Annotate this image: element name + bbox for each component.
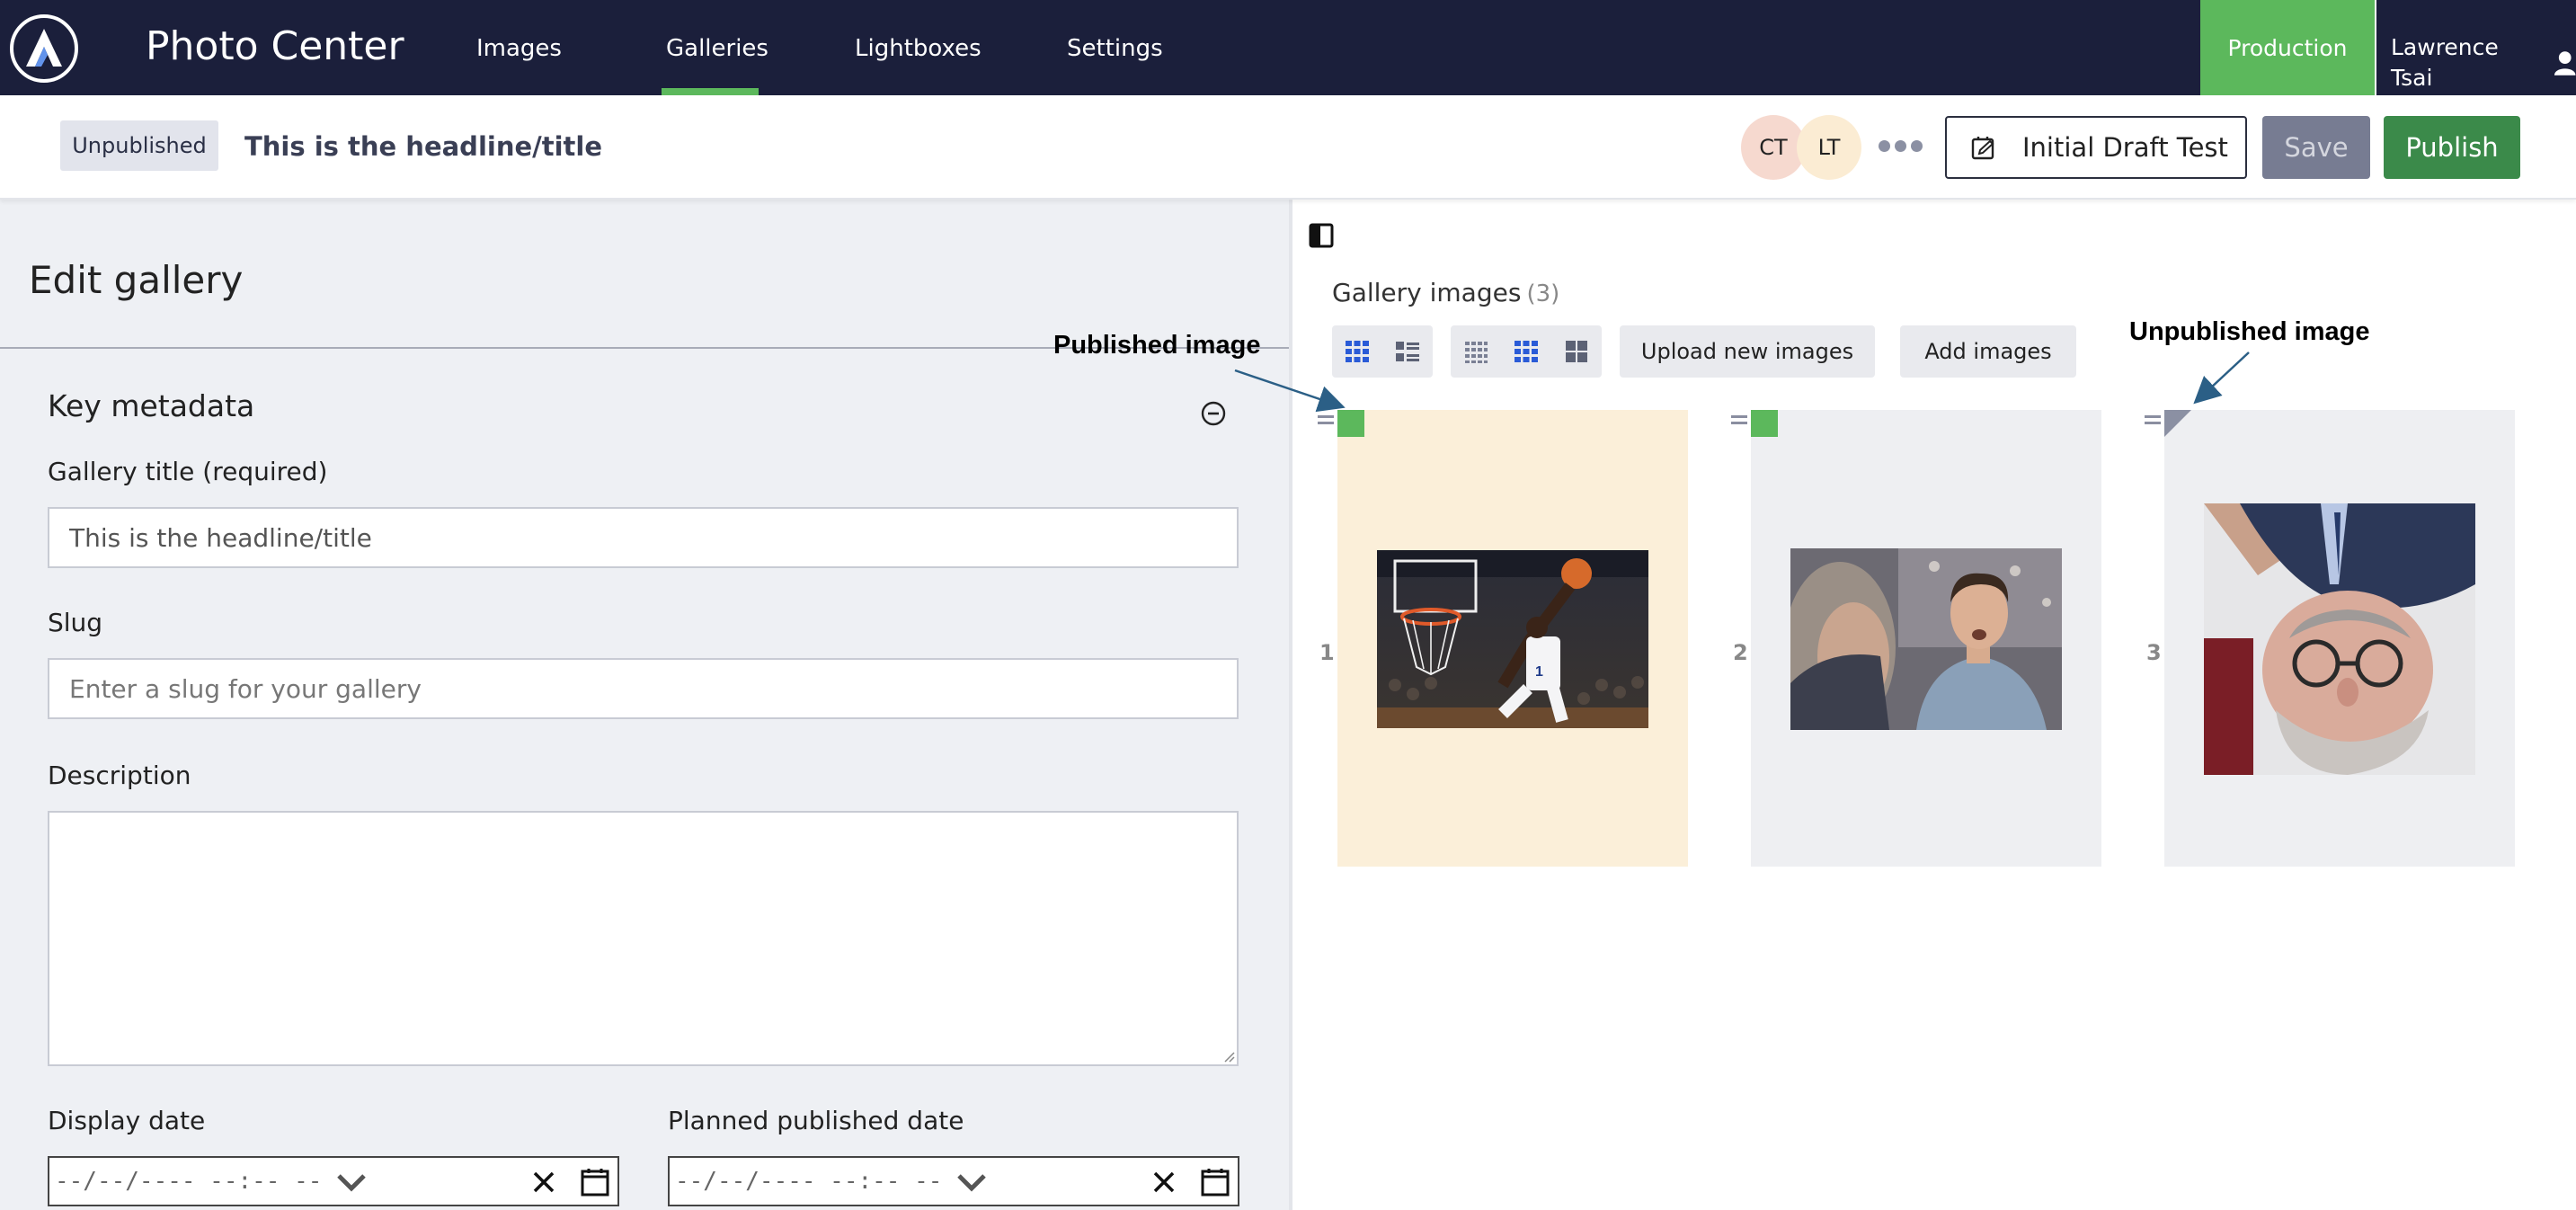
description-textarea[interactable]	[48, 811, 1239, 1066]
description-label: Description	[48, 761, 191, 790]
published-image-annotation: Published image	[1053, 331, 1261, 360]
gallery-images-heading: Gallery images (3)	[1332, 275, 1559, 312]
upload-new-images-button[interactable]: Upload new images	[1620, 325, 1875, 378]
large-grid-icon	[1566, 341, 1587, 362]
svg-text:1: 1	[1535, 664, 1543, 680]
gallery-image-count: (3)	[1526, 280, 1560, 307]
grid-view-icon	[1346, 341, 1369, 362]
gallery-image-thumbnail[interactable]	[2204, 503, 2475, 775]
document-status-bar: Unpublished This is the headline/title C…	[0, 95, 2576, 200]
planned-date-label: Planned published date	[668, 1106, 964, 1135]
active-nav-indicator	[662, 88, 759, 95]
grid-view-button[interactable]	[1332, 325, 1382, 378]
status-badge: Unpublished	[60, 120, 218, 171]
small-grid-icon	[1465, 342, 1488, 363]
app-logo-icon[interactable]	[10, 14, 78, 83]
save-button[interactable]: Save	[2262, 116, 2370, 179]
clear-icon[interactable]	[532, 1170, 555, 1194]
gallery-image-thumbnail[interactable]	[1790, 548, 2062, 730]
collapse-section-icon[interactable]	[1199, 399, 1228, 428]
environment-badge[interactable]: Production	[2200, 0, 2375, 95]
gallery-title-input[interactable]: This is the headline/title	[48, 507, 1239, 568]
date-placeholder: --/--/---- --:-- --	[55, 1168, 323, 1195]
document-headline: This is the headline/title	[244, 131, 602, 162]
published-status-marker	[1751, 410, 1778, 437]
chevron-down-icon[interactable]	[955, 1169, 988, 1196]
nav-item-settings[interactable]: Settings	[1067, 32, 1163, 65]
nav-item-images[interactable]: Images	[476, 32, 562, 65]
gallery-image-card[interactable]	[1751, 410, 2101, 867]
size-toggle-group	[1451, 325, 1602, 378]
calendar-icon[interactable]	[1200, 1167, 1230, 1197]
medium-grid-icon	[1515, 341, 1538, 362]
drag-handle-icon[interactable]	[2145, 415, 2161, 428]
add-images-button[interactable]: Add images	[1900, 325, 2076, 378]
list-view-button[interactable]	[1382, 325, 1433, 378]
app-title: Photo Center	[146, 23, 404, 69]
display-date-label: Display date	[48, 1106, 206, 1135]
top-navigation-bar: Photo Center Images Galleries Lightboxes…	[0, 0, 2576, 95]
section-title: Key metadata	[48, 388, 255, 423]
resize-handle-icon[interactable]	[1222, 1050, 1235, 1063]
image-number: 2	[1733, 640, 1748, 665]
gallery-title-label: Gallery title (required)	[48, 457, 328, 486]
clear-icon[interactable]	[1152, 1170, 1176, 1194]
nav-item-galleries[interactable]: Galleries	[666, 32, 768, 65]
chevron-down-icon[interactable]	[335, 1169, 368, 1196]
user-icon	[2554, 51, 2576, 76]
nav-item-lightboxes[interactable]: Lightboxes	[855, 32, 982, 65]
draft-version-label: Initial Draft Test	[2022, 132, 2228, 163]
gallery-images-title: Gallery images	[1332, 278, 1522, 307]
avatar[interactable]: LT	[1797, 115, 1861, 180]
small-thumbnails-button[interactable]	[1451, 325, 1501, 378]
display-date-input[interactable]: --/--/---- --:-- --	[48, 1156, 619, 1206]
slug-input[interactable]: Enter a slug for your gallery	[48, 658, 1239, 719]
list-view-icon	[1396, 342, 1419, 361]
drag-handle-icon[interactable]	[1318, 415, 1334, 428]
medium-thumbnails-button[interactable]	[1501, 325, 1551, 378]
draft-icon	[1971, 137, 1994, 160]
large-thumbnails-button[interactable]	[1551, 325, 1602, 378]
layout-toggle-group	[1332, 325, 1433, 378]
unpublished-image-annotation: Unpublished image	[2129, 317, 2370, 346]
slug-label: Slug	[48, 608, 103, 637]
page-title: Edit gallery	[29, 258, 244, 302]
gallery-image-card[interactable]: 1	[1337, 410, 1688, 867]
user-name: Lawrence Tsai	[2391, 34, 2499, 91]
unpublished-status-marker	[2164, 410, 2191, 437]
planned-date-input[interactable]: --/--/---- --:-- --	[668, 1156, 1239, 1206]
draft-version-button[interactable]: Initial Draft Test	[1945, 116, 2247, 179]
date-placeholder: --/--/---- --:-- --	[675, 1168, 943, 1195]
more-options-icon[interactable]	[1879, 140, 1923, 152]
published-status-marker	[1337, 410, 1364, 437]
panel-toggle-icon[interactable]	[1309, 223, 1334, 248]
calendar-icon[interactable]	[580, 1167, 610, 1197]
user-menu[interactable]: Lawrence Tsai	[2391, 32, 2576, 93]
drag-handle-icon[interactable]	[1731, 415, 1747, 428]
gallery-image-card[interactable]	[2164, 410, 2515, 867]
divider	[2375, 0, 2376, 95]
publish-button[interactable]: Publish	[2384, 116, 2520, 179]
image-number: 1	[1319, 640, 1335, 665]
image-number: 3	[2146, 640, 2162, 665]
gallery-images-panel: Gallery images (3) Upload new images Add…	[1289, 200, 2576, 1210]
gallery-image-thumbnail[interactable]: 1	[1377, 550, 1648, 728]
